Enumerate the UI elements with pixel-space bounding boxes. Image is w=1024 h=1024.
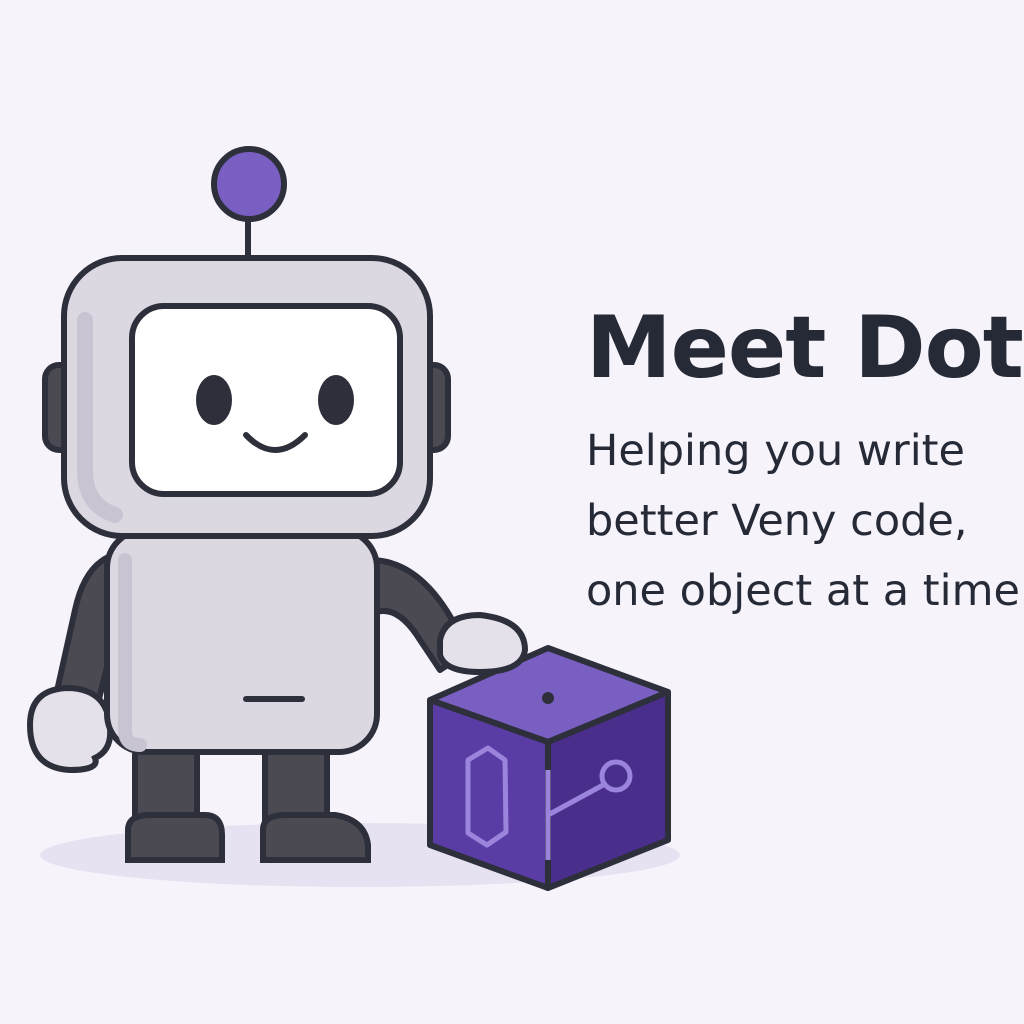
robot-left-hand <box>26 684 114 774</box>
object-cube-icon <box>427 645 671 891</box>
robot-antenna-ball <box>211 146 287 222</box>
hero-tagline: Helping you write better Veny code, one … <box>586 416 1024 626</box>
robot-left-eye <box>196 375 232 425</box>
robot-right-eye <box>318 375 354 425</box>
tagline-line: Helping you write <box>586 426 965 476</box>
robot-torso <box>104 527 380 755</box>
tagline-line: one object at a time <box>586 566 1020 616</box>
robot-right-hand <box>437 611 529 676</box>
hero-copy: Meet Dot Helping you write better Veny c… <box>586 298 1024 626</box>
hero-canvas: Meet Dot Helping you write better Veny c… <box>0 0 1024 1024</box>
robot-face-screen <box>129 303 403 497</box>
hero-headline: Meet Dot <box>586 298 1024 398</box>
tagline-line: better Veny code, <box>586 496 968 546</box>
